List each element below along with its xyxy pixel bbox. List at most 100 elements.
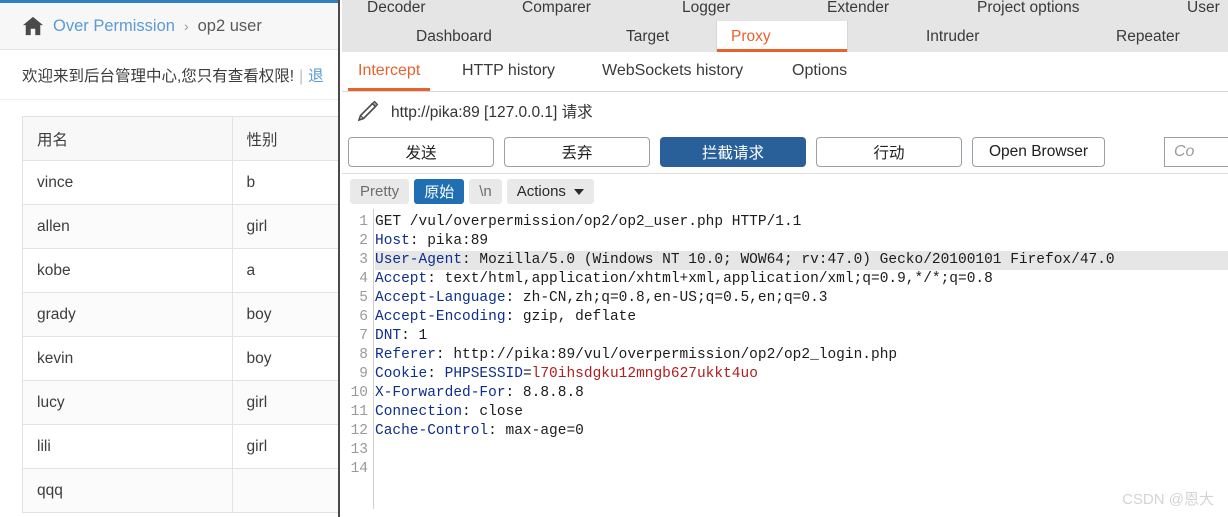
actions-menu-button[interactable]: Actions [506,179,594,204]
proxy-subtab-websockets-history[interactable]: WebSockets history [592,52,753,91]
burp-tab-intruder[interactable]: Intruder [912,21,993,52]
table-row: qqq [22,468,338,513]
request-text-body[interactable]: GET /vul/overpermission/op2/op2_user.php… [375,209,1228,479]
request-token: Accept-Encoding [375,309,506,325]
user-table: 用名 性别 vince b allen girl kobe a grady boy kevin b… [22,116,338,513]
request-token: DNT [375,328,402,344]
pretty-toggle[interactable]: Pretty [350,179,410,204]
request-line[interactable]: Accept: text/html,application/xhtml+xml,… [375,270,1228,289]
web-page-panel: Over Permission › op2 user 欢迎来到后台管理中心,您只… [0,0,340,517]
table-header-row: 用名 性别 [22,116,338,161]
request-line[interactable] [375,460,1228,479]
welcome-text: 欢迎来到后台管理中心,您只有查看权限! [22,68,295,85]
screenshot-root: Over Permission › op2 user 欢迎来到后台管理中心,您只… [0,0,1228,517]
request-line[interactable]: Cookie: PHPSESSID=l70ihsdgku12mngb627ukk… [375,365,1228,384]
request-editor[interactable]: 1 2 3 4 5 6 7 8 9 10 11 12 13 14 GET /vul/overpermiss… [342,209,1228,509]
cell-username: vince [22,160,233,205]
request-target-text: http://pika:89 [127.0.0.1] 请求 [391,104,593,121]
proxy-subtab-intercept[interactable]: Intercept [348,52,431,91]
newline-toggle[interactable]: \n [469,179,502,204]
column-header-username: 用名 [22,116,233,161]
cell-gender [231,468,338,513]
cell-gender: girl [231,380,338,425]
breadcrumb-current: op2 user [197,16,262,35]
table-row: lili girl [22,424,338,469]
chevron-down-icon [573,188,584,195]
burp-primary-tab-row: Dashboard Target Proxy Intruder Repeater [342,21,1228,52]
request-token: : max-age=0 [488,423,584,439]
cell-username: kevin [22,336,233,381]
search-input[interactable]: Co [1164,137,1228,167]
burp-tab-target[interactable]: Target [612,21,683,52]
request-token: Referer [375,347,436,363]
request-line[interactable]: Cache-Control: max-age=0 [375,422,1228,441]
line-number: 14 [350,461,368,477]
request-token: : Mozilla/5.0 (Windows NT 10.0; WOW64; r… [462,252,1115,268]
request-line[interactable]: GET /vul/overpermission/op2/op2_user.php… [375,213,1228,232]
request-line[interactable]: X-Forwarded-For: 8.8.8.8 [375,384,1228,403]
burp-secondary-tab-row: Decoder Comparer Logger Extender Project opt… [342,0,1228,20]
line-number: 7 [359,328,368,344]
request-line[interactable]: Referer: http://pika:89/vul/overpermissi… [375,346,1228,365]
welcome-separator: | [299,68,304,85]
cell-username: lili [22,424,233,469]
raw-toggle[interactable]: 原始 [414,179,465,204]
button-open-browser[interactable]: Open Browser [972,136,1106,167]
line-number: 10 [350,385,368,401]
chevron-right-icon: › [183,18,189,34]
cell-gender: girl [231,204,338,249]
watermark: CSDN @恩大 [1122,491,1214,508]
line-number: 2 [359,233,368,249]
burp-tab-project-options[interactable]: Project options [977,0,1080,17]
request-line[interactable]: Connection: close [375,403,1228,422]
line-number: 11 [350,404,368,420]
column-header-gender: 性别 [231,116,338,161]
request-line[interactable]: Accept-Encoding: gzip, deflate [375,308,1228,327]
burp-tab-extender[interactable]: Extender [827,0,889,17]
breadcrumb: Over Permission › op2 user [0,3,338,50]
button-intercept[interactable]: 拦截请求 [660,136,806,167]
logout-link[interactable]: 退 [308,68,324,85]
button-发送[interactable]: 发送 [348,136,494,167]
request-token: Accept-Language [375,290,506,306]
burp-suite-window: Decoder Comparer Logger Extender Project opt… [342,0,1228,517]
burp-tab-repeater[interactable]: Repeater [1102,21,1194,52]
breadcrumb-root-link[interactable]: Over Permission [53,17,175,36]
line-number: 12 [350,423,368,439]
request-token: : close [462,404,523,420]
request-line[interactable]: DNT: 1 [375,327,1228,346]
burp-tab-proxy[interactable]: Proxy [717,21,847,52]
request-line[interactable]: Accept-Language: zh-CN,zh;q=0.8,en-US;q=… [375,289,1228,308]
table-row: lucy girl [22,380,338,425]
intercept-action-buttons: 发送 丢弃 拦截请求 行动 Open Browser Co [342,130,1228,174]
request-line[interactable]: Host: pika:89 [375,232,1228,251]
burp-tab-logger[interactable]: Logger [682,0,730,17]
welcome-message-bar: 欢迎来到后台管理中心,您只有查看权限! | 退 [0,50,338,100]
button-行动[interactable]: 行动 [816,136,962,167]
proxy-subtab-http-history[interactable]: HTTP history [452,52,565,91]
request-token: : text/html,application/xhtml+xml,applic… [427,271,993,287]
burp-tab-decoder[interactable]: Decoder [367,0,426,17]
line-number: 8 [359,347,368,363]
cell-gender: b [231,160,338,205]
cell-gender: boy [231,292,338,337]
burp-tab-user[interactable]: User [1187,0,1220,17]
button-丢弃[interactable]: 丢弃 [504,136,650,167]
proxy-subtab-options[interactable]: Options [782,52,857,91]
request-line[interactable] [375,441,1228,460]
request-token: : http://pika:89/vul/overpermission/op2/… [435,347,898,363]
request-token: : zh-CN,zh;q=0.8,en-US;q=0.5,en;q=0.3 [505,290,828,306]
request-token: PHPSESSID [444,366,523,382]
table-row: vince b [22,160,338,205]
table-row: allen girl [22,204,338,249]
line-number-gutter: 1 2 3 4 5 6 7 8 9 10 11 12 13 14 [342,209,374,509]
format-toolbar: Pretty 原始 \n Actions [342,174,1228,209]
line-number: 13 [350,442,368,458]
cell-username: allen [22,204,233,249]
cell-username: grady [22,292,233,337]
cell-username: kobe [22,248,233,293]
burp-tab-comparer[interactable]: Comparer [522,0,591,17]
request-line[interactable]: User-Agent: Mozilla/5.0 (Windows NT 10.0… [375,251,1228,270]
request-token: Host [375,233,410,249]
burp-tab-dashboard[interactable]: Dashboard [402,21,506,52]
